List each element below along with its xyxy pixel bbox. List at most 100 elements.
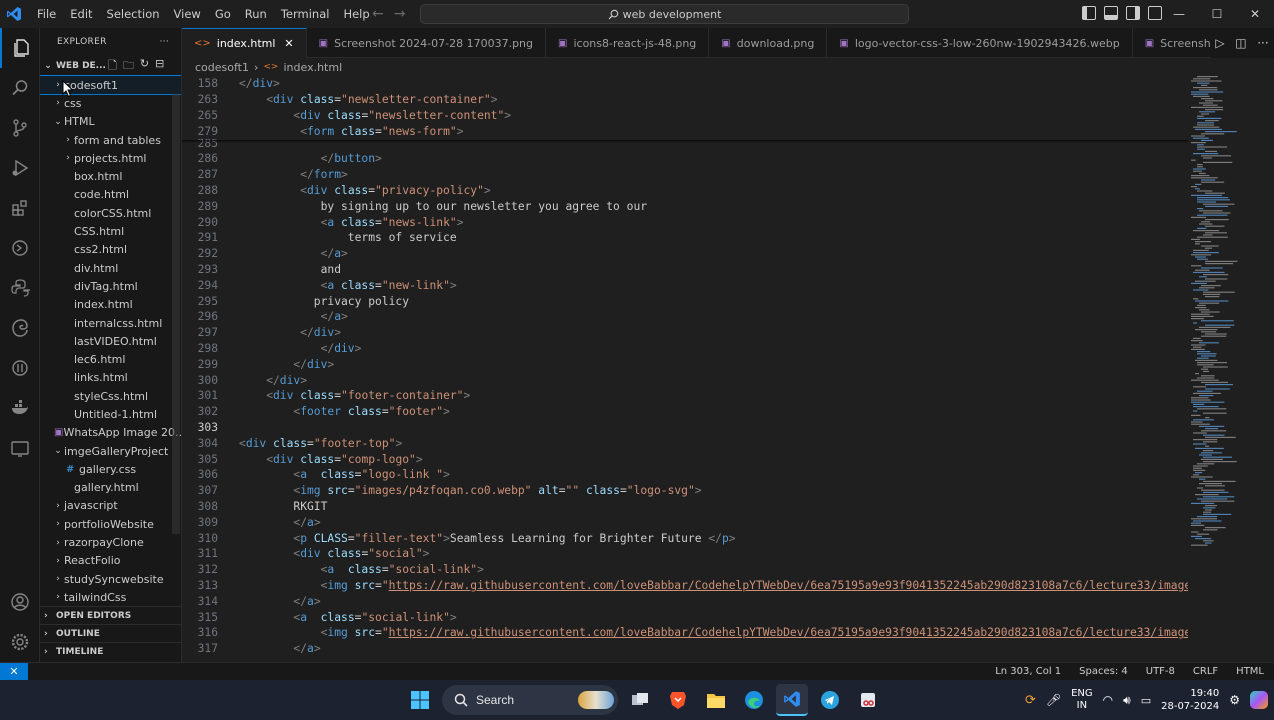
task-view-icon[interactable] — [624, 684, 656, 716]
code-line[interactable]: 302 <footer class="footer"> — [182, 404, 1188, 420]
sticky-scroll-line[interactable]: 279 <form class="news-form"> — [182, 123, 1188, 140]
breadcrumb-folder[interactable]: codesoft1 — [195, 61, 249, 74]
vscode-taskbar-icon[interactable] — [776, 684, 808, 716]
menu-edit[interactable]: Edit — [63, 0, 99, 28]
new-file-icon[interactable]: 🗋 — [108, 57, 117, 76]
editor-tab[interactable]: <> index.html ✕ — [182, 28, 307, 58]
clock[interactable]: 19:40 28-07-2024 — [1161, 687, 1219, 713]
notification-bell-icon[interactable]: ⚙ — [1229, 693, 1240, 707]
editor-tab[interactable]: ▣ download.png — [709, 28, 828, 58]
split-editor-icon[interactable]: ◫ — [1235, 36, 1246, 50]
code-line[interactable]: 310 <p CLASS="filler-text">Seamless Learn… — [182, 530, 1188, 546]
minimap[interactable] — [1188, 76, 1274, 662]
tree-folder[interactable]: › javascript — [40, 497, 181, 515]
edge-browser-icon[interactable] — [738, 684, 770, 716]
code-line[interactable]: 305 <div class="comp-logo"> — [182, 451, 1188, 467]
code-line[interactable]: 303 — [182, 420, 1188, 436]
toggle-secondary-sidebar-icon[interactable] — [1126, 6, 1140, 20]
editor-tab[interactable]: ▣ logo-vector-css-3-low-260nw-1902943426.… — [827, 28, 1133, 58]
outline-section[interactable]: › OUTLINE — [40, 624, 181, 642]
code-line[interactable]: 297 </div> — [182, 325, 1188, 341]
tree-folder[interactable]: › projects.html — [40, 149, 181, 167]
menu-run[interactable]: Run — [238, 0, 274, 28]
code-line[interactable]: 314 </a> — [182, 593, 1188, 609]
tree-file[interactable]: styleCss.html — [40, 387, 181, 405]
maximize-button[interactable]: ☐ — [1198, 0, 1236, 28]
docker-icon[interactable] — [0, 388, 40, 428]
code-line[interactable]: 287 </form> — [182, 167, 1188, 183]
code-line[interactable]: 299 </div> — [182, 356, 1188, 372]
tree-folder[interactable]: › studySyncwebsite — [40, 570, 181, 588]
remote-indicator[interactable]: ✕ — [0, 662, 28, 681]
code-line[interactable]: 294 <a class="new-link"> — [182, 277, 1188, 293]
code-line[interactable]: 290 <a class="news-link"> — [182, 214, 1188, 230]
code-line[interactable]: 315 <a class="social-link"> — [182, 609, 1188, 625]
code-line[interactable]: 288 <div class="privacy-policy"> — [182, 183, 1188, 199]
explorer-icon[interactable] — [0, 28, 40, 68]
run-icon[interactable]: ▷ — [1215, 36, 1224, 50]
edge-devtools-icon[interactable] — [0, 308, 40, 348]
tree-file[interactable]: # gallery.css — [40, 460, 181, 478]
tree-folder[interactable]: › portfolioWebsite — [40, 515, 181, 533]
code-line[interactable]: 316 <img src="https://raw.githubuserconte… — [182, 625, 1188, 641]
language-mode[interactable]: HTML — [1236, 666, 1264, 677]
back-arrow-icon[interactable]: ← — [372, 0, 384, 28]
search-view-icon[interactable] — [0, 68, 40, 108]
code-line[interactable]: 306 <a class="logo-link "> — [182, 467, 1188, 483]
code-line[interactable]: 317 </a> — [182, 641, 1188, 657]
tree-file[interactable]: div.html — [40, 259, 181, 277]
tree-file[interactable]: code.html — [40, 186, 181, 204]
toggle-primary-sidebar-icon[interactable] — [1082, 6, 1096, 20]
menu-file[interactable]: File — [30, 0, 63, 28]
tree-folder[interactable]: ⌄ HTML — [40, 113, 181, 131]
close-tab-icon[interactable]: ✕ — [284, 37, 293, 50]
code-line[interactable]: 313 <img src="https://raw.githubuserconte… — [182, 578, 1188, 594]
remote-explorer-icon[interactable] — [0, 228, 40, 268]
menu-help[interactable]: Help — [336, 0, 376, 28]
python-icon[interactable] — [0, 268, 40, 308]
terminal-panel-icon[interactable] — [0, 428, 40, 468]
copilot-icon[interactable] — [1250, 691, 1268, 709]
open-editors-section[interactable]: › OPEN EDITORS — [40, 606, 181, 624]
code-line[interactable]: 289 by signing up to our newsletter you a… — [182, 198, 1188, 214]
code-line[interactable]: 286 </button> — [182, 151, 1188, 167]
run-and-debug-icon[interactable] — [0, 148, 40, 188]
manage-gear-icon[interactable] — [0, 622, 40, 662]
tree-folder[interactable]: ⌄ imgeGalleryProject — [40, 442, 181, 460]
workspace-header[interactable]: ⌄ WEB DE... 🗋 🗀 ↻ ⊟ — [40, 56, 181, 76]
microphone-icon[interactable]: 🎤︎ — [1046, 693, 1061, 707]
file-explorer-icon[interactable] — [700, 684, 732, 716]
sync-icon[interactable]: ⟳ — [1025, 693, 1036, 708]
code-line[interactable]: 300 </div> — [182, 372, 1188, 388]
menu-terminal[interactable]: Terminal — [274, 0, 337, 28]
sidebar-scrollbar[interactable] — [172, 94, 180, 534]
tree-folder[interactable]: › ReactFolio — [40, 552, 181, 570]
battery-icon[interactable]: ▭ — [1141, 694, 1151, 707]
extensions-icon[interactable] — [0, 188, 40, 228]
minimize-button[interactable]: — — [1160, 0, 1198, 28]
sticky-scroll-line[interactable]: 158 </div> — [182, 76, 1188, 92]
tree-file[interactable]: ▣ WhatsApp Image 20... — [40, 424, 181, 442]
encoding[interactable]: UTF-8 — [1146, 666, 1175, 677]
code-line[interactable]: 301 <div class="footer-container"> — [182, 388, 1188, 404]
telegram-icon[interactable] — [814, 684, 846, 716]
code-line[interactable]: 307 <img src="images/p4zfoqan.co0.webp" a… — [182, 483, 1188, 499]
tree-file[interactable]: lec6.html — [40, 350, 181, 368]
tree-file[interactable]: internalcss.html — [40, 314, 181, 332]
code-line[interactable]: 293 and — [182, 262, 1188, 278]
tree-file[interactable]: lastVIDEO.html — [40, 332, 181, 350]
toggle-panel-icon[interactable] — [1104, 6, 1118, 20]
command-center-search[interactable]: web development — [420, 4, 909, 24]
language-indicator[interactable]: ENG IN — [1071, 688, 1093, 712]
code-line[interactable]: 309 </a> — [182, 514, 1188, 530]
source-control-icon[interactable] — [0, 108, 40, 148]
snipping-tool-icon[interactable] — [852, 684, 884, 716]
refresh-icon[interactable]: ↻ — [140, 57, 149, 76]
more-actions-icon[interactable]: ··· — [1257, 36, 1268, 50]
tree-file[interactable]: box.html — [40, 167, 181, 185]
code-line[interactable]: 298 </div> — [182, 341, 1188, 357]
sticky-scroll-line[interactable]: 265 <div class="newsletter-content"> — [182, 107, 1188, 124]
tree-file[interactable]: divTag.html — [40, 277, 181, 295]
tree-folder[interactable]: › razorpayClone — [40, 533, 181, 551]
code-line[interactable]: 312 <a class="social-link"> — [182, 562, 1188, 578]
